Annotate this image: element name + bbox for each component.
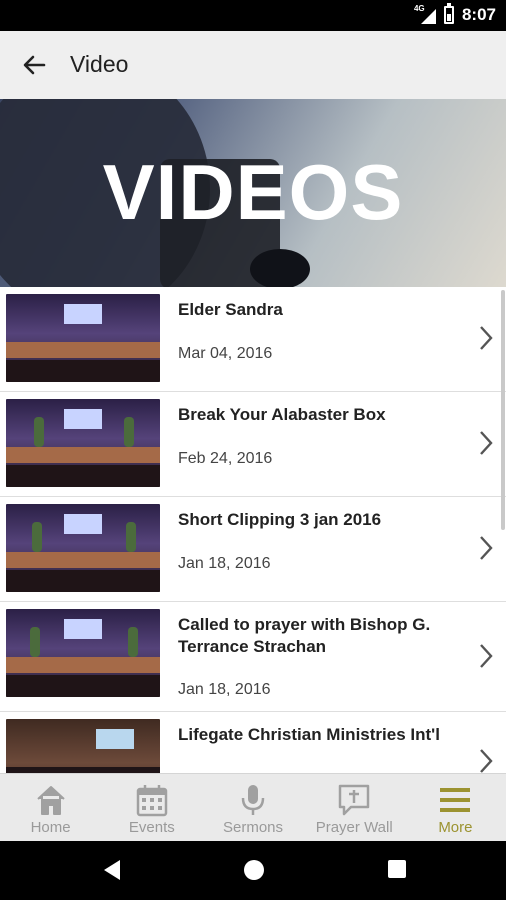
video-date: Feb 24, 2016 <box>178 450 273 467</box>
video-list-item[interactable]: Lifegate Christian Ministries Int'l <box>0 712 506 773</box>
video-date: Jan 18, 2016 <box>178 555 271 572</box>
page-title: Video <box>70 51 129 77</box>
video-list[interactable]: Elder Sandra Mar 04, 2016 Break Your Ala… <box>0 287 506 773</box>
video-thumbnail <box>6 504 160 592</box>
chevron-right-icon <box>480 749 493 773</box>
nav-label: Prayer Wall <box>315 819 393 836</box>
video-thumbnail <box>6 399 160 487</box>
back-arrow-icon[interactable] <box>20 51 48 79</box>
nav-label: Events <box>128 819 175 836</box>
video-thumbnail <box>6 609 160 697</box>
nav-item-prayer-wall[interactable]: Prayer Wall <box>304 774 405 841</box>
status-time: 8:07 <box>461 5 496 24</box>
system-recents-icon[interactable] <box>387 859 407 879</box>
system-home-icon[interactable] <box>243 859 265 881</box>
calendar-icon <box>136 785 168 817</box>
video-thumbnail <box>6 294 160 382</box>
chevron-right-icon <box>480 431 493 455</box>
home-icon <box>36 786 65 815</box>
video-title: Break Your Alabaster Box <box>178 405 386 424</box>
hero-banner: VIDEOS <box>0 99 506 287</box>
system-nav-bar <box>0 841 506 900</box>
nav-label: Sermons <box>222 819 284 836</box>
nav-item-more[interactable]: More <box>405 774 506 841</box>
status-bar: 4G 8:07 <box>0 0 506 31</box>
video-title: Short Clipping 3 jan 2016 <box>178 510 382 529</box>
video-title: Elder Sandra <box>178 300 283 319</box>
signal-icon: 4G <box>414 4 436 24</box>
video-date: Jan 18, 2016 <box>178 681 271 698</box>
video-title: Lifegate Christian Ministries Int'l <box>178 725 440 744</box>
prayer-wall-icon <box>338 784 370 816</box>
chevron-right-icon <box>480 326 493 350</box>
video-thumbnail <box>6 719 160 773</box>
app-bar: Video <box>0 31 506 99</box>
video-list-item[interactable]: Short Clipping 3 jan 2016 Jan 18, 2016 <box>0 497 506 602</box>
nav-item-events[interactable]: Events <box>101 774 202 841</box>
battery-icon <box>443 3 454 24</box>
bottom-nav: Home Events Sermons Prayer Wall More <box>0 773 506 841</box>
nav-label: More <box>438 819 473 836</box>
scrollbar[interactable] <box>501 290 505 530</box>
microphone-icon <box>241 785 265 815</box>
video-list-item[interactable]: Break Your Alabaster Box Feb 24, 2016 <box>0 392 506 497</box>
video-date: Mar 04, 2016 <box>178 345 273 362</box>
chevron-right-icon <box>480 644 493 668</box>
video-title: Called to prayer with Bishop G. Terrance… <box>178 615 431 656</box>
video-list-item[interactable]: Called to prayer with Bishop G. Terrance… <box>0 602 506 712</box>
nav-item-sermons[interactable]: Sermons <box>202 774 303 841</box>
system-back-icon[interactable] <box>102 859 122 881</box>
hero-title: VIDEOS <box>102 148 404 236</box>
nav-label: Home <box>30 819 71 836</box>
nav-item-home[interactable]: Home <box>0 774 101 841</box>
chevron-right-icon <box>480 536 493 560</box>
menu-icon <box>440 788 471 812</box>
video-list-item[interactable]: Elder Sandra Mar 04, 2016 <box>0 287 506 392</box>
